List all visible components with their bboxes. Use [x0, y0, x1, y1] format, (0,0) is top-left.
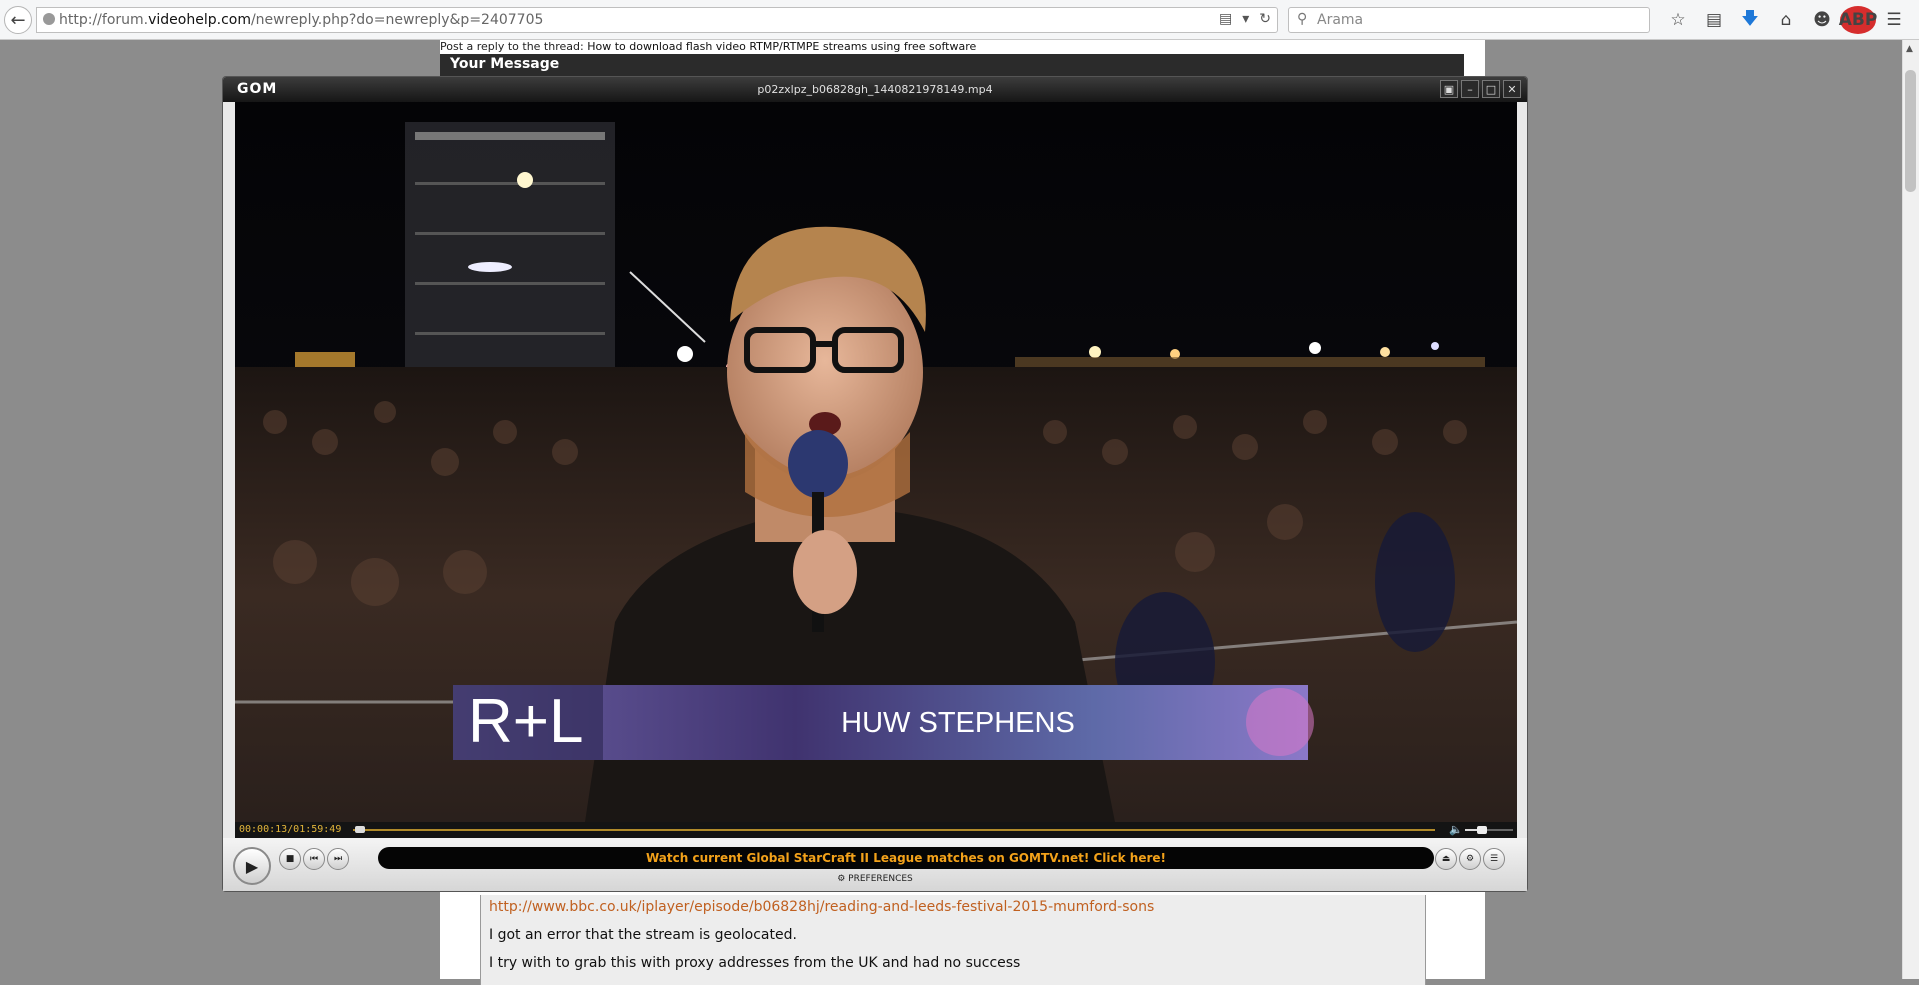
preferences-icon: ⚙	[837, 874, 849, 884]
play-icon: ▶	[245, 856, 259, 876]
previous-icon: ⏮	[309, 854, 319, 864]
breadcrumb-prefix: Post a reply to the thread:	[440, 40, 588, 53]
adblock-button[interactable]: ABP	[1839, 6, 1877, 34]
search-icon: ⚲	[1297, 11, 1308, 27]
close-icon[interactable]: ✕	[1503, 80, 1521, 98]
volume-slider[interactable]	[1465, 826, 1513, 834]
gom-player-window: GOM p02zxlpz_b06828gh_1440821978149.mp4 …	[222, 76, 1528, 892]
thread-link[interactable]: How to download flash video RTMP/RTMPE s…	[587, 40, 976, 53]
security-staff	[1375, 512, 1455, 652]
dropdown-icon[interactable]: ▾	[1242, 11, 1249, 27]
address-bar[interactable]: http://forum.videohelp.com/newreply.php?…	[36, 7, 1278, 33]
site-identity-icon[interactable]	[43, 13, 55, 25]
url-text: http://forum.videohelp.com/newreply.php?…	[59, 12, 544, 28]
stop-button[interactable]: ■	[279, 848, 301, 870]
maximize-icon[interactable]: □	[1482, 80, 1500, 98]
message-line: I got an error that the stream is geoloc…	[489, 927, 797, 943]
message-link[interactable]: http://www.bbc.co.uk/iplayer/episode/b06…	[489, 899, 1154, 915]
page-scrollbar[interactable]: ▲	[1902, 40, 1919, 979]
lower-third-name: HUW STEPHENS	[841, 707, 1075, 739]
search-placeholder: Arama	[1317, 12, 1364, 28]
player-controls: ▶ ■ ⏮ ⏭ Watch current Global StarCraft I…	[223, 838, 1527, 891]
search-bar[interactable]: ⚲ Arama	[1288, 7, 1650, 33]
seek-bar[interactable]	[353, 829, 1435, 831]
download-icon[interactable]: 🡇	[1732, 6, 1768, 34]
reader-view-icon[interactable]: ▤	[1219, 11, 1232, 27]
timecode: 00:00:13/01:59:49	[239, 824, 342, 835]
browser-toolbar: ← http://forum.videohelp.com/newreply.ph…	[0, 0, 1919, 40]
back-button[interactable]: ←	[4, 6, 32, 34]
home-icon[interactable]: ⌂	[1768, 6, 1804, 34]
player-titlebar[interactable]: GOM p02zxlpz_b06828gh_1440821978149.mp4 …	[223, 77, 1527, 102]
video-scene: R+L HUW STEPHENS	[235, 102, 1517, 822]
video-frame[interactable]: R+L HUW STEPHENS	[235, 102, 1517, 822]
settings-icon: ⚙	[1465, 854, 1475, 864]
preferences-button[interactable]: ⚙ PREFERENCES	[223, 874, 1527, 884]
bookmark-star-icon[interactable]: ☆	[1660, 6, 1696, 34]
open-file-button[interactable]: ⏏	[1435, 848, 1457, 870]
gomtv-ad-banner[interactable]: Watch current Global StarCraft II League…	[378, 847, 1434, 869]
fullscreen-icon[interactable]: ▣	[1440, 80, 1458, 98]
message-editor[interactable]: http://www.bbc.co.uk/iplayer/episode/b06…	[480, 895, 1426, 985]
seek-thumb[interactable]	[354, 826, 365, 833]
skin-button[interactable]: ⚙	[1459, 848, 1481, 870]
player-filename: p02zxlpz_b06828gh_1440821978149.mp4	[757, 83, 993, 96]
section-title: Your Message	[450, 56, 560, 72]
chat-icon[interactable]: ☻	[1804, 6, 1840, 34]
playlist-button[interactable]: ☰	[1483, 848, 1505, 870]
preferences-label: PREFERENCES	[848, 874, 913, 884]
lower-third-logo: R+L	[468, 687, 583, 756]
message-section-header: Your Message	[440, 54, 1464, 76]
back-arrow-icon: ←	[10, 9, 26, 31]
scroll-up-icon[interactable]: ▲	[1906, 44, 1913, 54]
reload-icon[interactable]: ↻	[1259, 11, 1271, 27]
stop-icon: ■	[285, 854, 295, 864]
adblock-icon: ABP	[1839, 6, 1877, 34]
next-button[interactable]: ⏭	[327, 848, 349, 870]
eject-icon: ⏏	[1441, 854, 1451, 864]
playlist-icon: ☰	[1489, 854, 1499, 864]
bookmarks-list-icon[interactable]: ▤	[1696, 6, 1732, 34]
scrollbar-thumb[interactable]	[1905, 70, 1916, 192]
volume-thumb[interactable]	[1476, 826, 1487, 834]
next-icon: ⏭	[333, 854, 343, 864]
breadcrumb: Post a reply to the thread: How to downl…	[440, 40, 976, 53]
previous-button[interactable]: ⏮	[303, 848, 325, 870]
message-line: I try with to grab this with proxy addre…	[489, 955, 1021, 971]
volume-icon[interactable]: 🔈	[1449, 823, 1463, 836]
lower-third: R+L HUW STEPHENS	[453, 685, 1314, 760]
minimize-icon[interactable]: –	[1461, 80, 1479, 98]
menu-icon[interactable]: ☰	[1876, 6, 1912, 34]
seek-bar-row: 00:00:13/01:59:49 🔈	[235, 822, 1517, 838]
